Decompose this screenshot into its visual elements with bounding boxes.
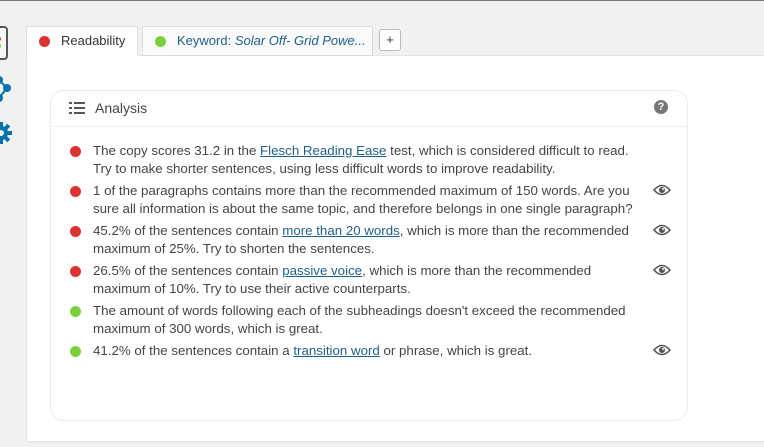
bad-status-dot [70,146,81,157]
good-status-dot [70,346,81,357]
share-icon[interactable] [0,74,13,104]
result-text: The amount of words following each of th… [93,302,638,338]
result-text: 41.2% of the sentences contain a transit… [93,342,638,360]
keyword-status-dot [155,36,166,47]
analysis-result: 41.2% of the sentences contain a transit… [69,342,671,360]
result-link[interactable]: passive voice [282,263,362,278]
results-list: The copy scores 31.2 in the Flesch Readi… [69,142,671,360]
analysis-title: Analysis [95,100,148,116]
tab-keyword[interactable]: Keyword: Solar Off- Grid Powe... [142,26,373,56]
bad-status-dot [70,266,81,277]
analysis-result: The amount of words following each of th… [69,302,669,338]
result-link[interactable]: Flesch Reading Ease [260,143,386,158]
help-icon[interactable]: ? [654,100,668,114]
result-text-pre: 41.2% of the sentences contain a [93,343,294,358]
analysis-result: 1 of the paragraphs contains more than t… [69,182,671,218]
result-link[interactable]: more than 20 words [282,223,400,238]
gear-icon[interactable] [0,122,12,144]
tab-keyword-value: Solar Off- Grid Powe... [234,33,366,48]
tab-readability[interactable]: Readability [26,26,138,56]
eye-icon[interactable] [653,184,671,196]
readability-status-dot [39,36,50,47]
analysis-box: Analysis ? The copy scores 31.2 in the F… [50,90,688,421]
result-text: 26.5% of the sentences contain passive v… [93,262,638,298]
bad-status-dot [70,186,81,197]
top-border [0,0,764,1]
result-text-pre: 1 of the paragraphs contains more than t… [93,183,633,216]
result-link[interactable]: transition word [293,343,379,358]
tab-keyword-label: Keyword: [177,33,235,48]
result-text-pre: 45.2% of the sentences contain [93,223,283,238]
seo-score-icon[interactable] [0,26,8,60]
good-status-dot [70,306,81,317]
list-icon [69,102,85,114]
result-text-pre: The copy scores 31.2 in the [93,143,261,158]
tab-readability-label: Readability [61,33,126,48]
eye-icon[interactable] [653,224,671,236]
result-text: The copy scores 31.2 in the Flesch Readi… [93,142,638,178]
eye-icon[interactable] [653,344,671,356]
bad-status-dot [70,226,81,237]
analysis-header[interactable]: Analysis ? [51,91,687,127]
eye-icon[interactable] [653,264,671,276]
analysis-result: 45.2% of the sentences contain more than… [69,222,671,258]
result-text-pre: The amount of words following each of th… [93,303,626,336]
analysis-result: 26.5% of the sentences contain passive v… [69,262,671,298]
add-keyword-button[interactable]: + [379,29,401,51]
result-text: 45.2% of the sentences contain more than… [93,222,638,258]
result-text-pre: 26.5% of the sentences contain [93,263,283,278]
analysis-result: The copy scores 31.2 in the Flesch Readi… [69,142,669,178]
result-text-post: or phrase, which is great. [379,343,533,358]
result-text: 1 of the paragraphs contains more than t… [93,182,638,218]
